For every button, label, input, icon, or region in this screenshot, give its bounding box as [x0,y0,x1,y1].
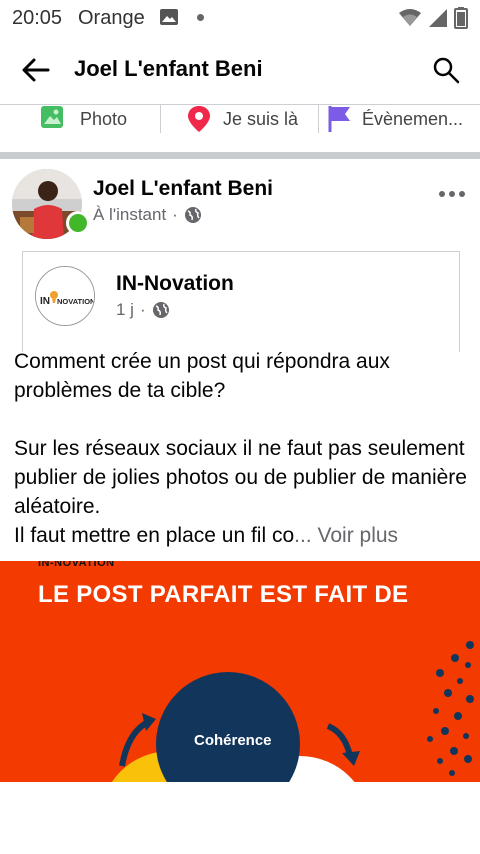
post-author[interactable]: Joel L'enfant Beni [93,177,273,201]
shared-page-avatar: IN NOVATION [35,266,95,326]
dots-decoration [427,641,474,776]
shared-post-meta: 1 j · [116,300,170,320]
shared-post[interactable]: IN NOVATION IN-Novation 1 j · [22,251,460,352]
app-bar: Joel L'enfant Beni [0,36,480,104]
post-meta: À l'instant · [93,205,202,225]
search-icon[interactable] [432,56,460,84]
svg-text:IN: IN [40,296,50,307]
shared-page-name[interactable]: IN-Novation [116,272,234,296]
post-text: Comment crée un post qui répondra aux pr… [14,347,470,550]
status-bar: 20:05 Orange [0,0,480,36]
post-card: Joel L'enfant Beni À l'instant · IN NOVA… [0,159,480,561]
composer-options: Photo Je suis là Évènemen... [0,104,480,151]
shared-post-time[interactable]: 1 j [116,300,134,320]
page-title: Joel L'enfant Beni [74,56,263,81]
checkin-option[interactable]: Je suis là [188,105,298,133]
event-label: Évènemen... [362,108,464,129]
see-more-link[interactable]: Voir plus [318,524,399,547]
wifi-icon [399,9,421,26]
svg-text:NOVATION: NOVATION [57,297,94,306]
ellipsis: ... [294,524,312,547]
back-arrow-icon[interactable] [20,54,52,86]
post-image[interactable]: IN-NOVATION LE POST PARFAIT EST FAIT DE … [0,561,480,782]
status-carrier: Orange [78,7,145,29]
online-status-dot [66,211,90,235]
signal-icon [429,9,447,27]
blue-circle [156,672,300,782]
photo-icon [41,106,63,128]
right-arrow-icon [326,723,353,757]
notification-dot-icon [197,14,204,21]
meta-separator: · [172,205,178,224]
battery-icon [454,7,468,29]
innovation-logo: IN NOVATION [36,267,94,325]
globe-icon [184,207,201,223]
more-options-icon[interactable] [438,189,466,199]
status-time: 20:05 [12,7,63,29]
post-body: Comment crée un post qui répondra aux pr… [14,350,467,547]
section-divider [0,152,480,159]
status-icons [398,7,468,29]
event-flag-icon [328,106,350,132]
composer-divider [318,105,319,133]
photo-label: Photo [80,108,128,129]
event-option[interactable]: Évènemen... [328,105,463,133]
post-time[interactable]: À l'instant [93,205,166,225]
composer-divider [160,105,161,133]
photo-option[interactable]: Photo [40,105,127,133]
location-pin-icon [188,106,210,132]
meta-separator: · [139,300,146,319]
gallery-icon [160,9,178,25]
checkin-label: Je suis là [223,108,299,129]
circle-label: Cohérence [194,732,272,749]
globe-icon [152,302,169,318]
